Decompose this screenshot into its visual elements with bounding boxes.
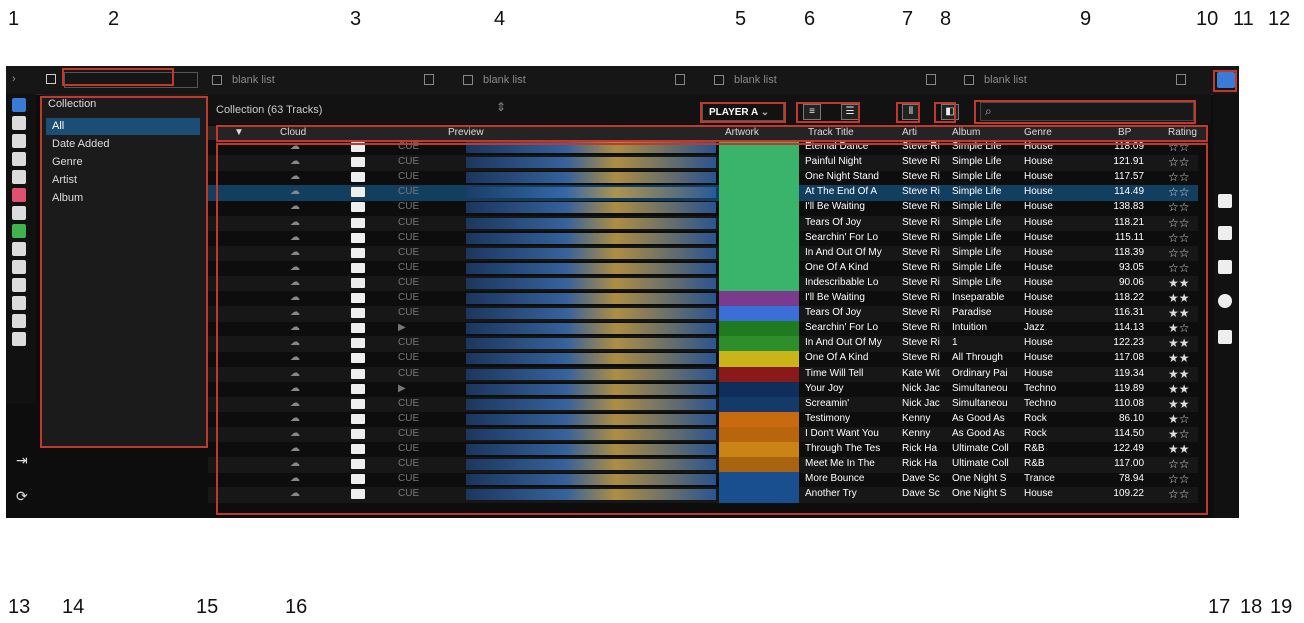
highlight-3 <box>216 125 1208 142</box>
tidal-icon[interactable] <box>12 242 26 256</box>
soundcloud-icon[interactable] <box>12 260 26 274</box>
usb-icon[interactable] <box>12 296 26 310</box>
highlight-2 <box>62 68 174 86</box>
callout-16: 16 <box>285 596 308 618</box>
collection-icon[interactable] <box>12 98 26 112</box>
callout-13: 13 <box>8 596 31 618</box>
highlight-15 <box>40 96 208 448</box>
cloud-library-icon[interactable] <box>12 332 26 346</box>
highlight-7 <box>896 102 920 123</box>
callout-8: 8 <box>940 8 952 30</box>
tab-edit-icon[interactable] <box>424 74 434 85</box>
callout-4: 4 <box>494 8 506 30</box>
tab-1[interactable]: blank list <box>212 66 452 94</box>
info-icon[interactable] <box>1218 294 1232 308</box>
sync-icon[interactable]: ⟳ <box>16 488 28 505</box>
list-icon <box>212 75 222 85</box>
list-icon <box>714 75 724 85</box>
device-icon[interactable] <box>12 278 26 292</box>
callout-17: 17 <box>1208 596 1231 618</box>
highlight-9 <box>974 100 1196 124</box>
highlight-16 <box>216 143 1208 515</box>
left-bottom-controls: ⇥ ⟳ <box>6 446 40 518</box>
sub-browser-icon[interactable] <box>1218 330 1232 344</box>
tab-edit-icon[interactable] <box>1176 74 1186 85</box>
callout-3: 3 <box>350 8 362 30</box>
related-icon[interactable] <box>12 134 26 148</box>
callout-18: 18 <box>1240 596 1263 618</box>
tab-bar: › blank list blank list blank list blank… <box>6 66 1239 95</box>
sampler-panel-icon[interactable] <box>1218 260 1232 274</box>
callout-2: 2 <box>108 8 120 30</box>
tab-edit-icon[interactable] <box>675 74 685 85</box>
callout-12: 12 <box>1268 8 1291 30</box>
callout-10: 10 <box>1196 8 1219 30</box>
list-icon <box>463 75 473 85</box>
callout-14: 14 <box>62 596 85 618</box>
rekordbox-icon[interactable] <box>12 314 26 328</box>
callout-6: 6 <box>804 8 816 30</box>
callout-15: 15 <box>196 596 219 618</box>
layout-icon[interactable] <box>46 74 56 84</box>
related-tracks-icon[interactable] <box>1218 226 1232 240</box>
highlight-5 <box>700 102 786 123</box>
sampler-icon[interactable] <box>12 152 26 166</box>
tab-2[interactable]: blank list <box>463 66 703 94</box>
tag-icon[interactable] <box>1218 194 1232 208</box>
highlight-10 <box>1213 70 1237 92</box>
callout-1: 1 <box>8 8 20 30</box>
explorer-icon[interactable] <box>12 206 26 220</box>
resize-handle-icon[interactable]: ⇕ <box>496 100 506 114</box>
callout-5: 5 <box>735 8 747 30</box>
expand-chevron-icon[interactable]: › <box>12 73 16 85</box>
callout-11: 11 <box>1233 8 1254 30</box>
beatport-icon[interactable] <box>12 224 26 238</box>
tab-4[interactable]: blank list <box>964 66 1204 94</box>
list-icon <box>964 75 974 85</box>
collection-title: Collection (63 Tracks) <box>216 104 323 116</box>
playlist-icon[interactable] <box>12 116 26 130</box>
export-icon[interactable]: ⇥ <box>16 452 28 469</box>
callout-19: 19 <box>1270 596 1293 618</box>
history-icon[interactable] <box>12 170 26 184</box>
media-source-bar <box>6 94 36 404</box>
right-panel-buttons <box>1213 94 1239 518</box>
tab-3[interactable]: blank list <box>714 66 954 94</box>
callout-7: 7 <box>902 8 914 30</box>
tab-edit-icon[interactable] <box>926 74 936 85</box>
highlight-6 <box>796 102 860 123</box>
highlight-8 <box>934 102 956 123</box>
callout-9: 9 <box>1080 8 1092 30</box>
itunes-icon[interactable] <box>12 188 26 202</box>
